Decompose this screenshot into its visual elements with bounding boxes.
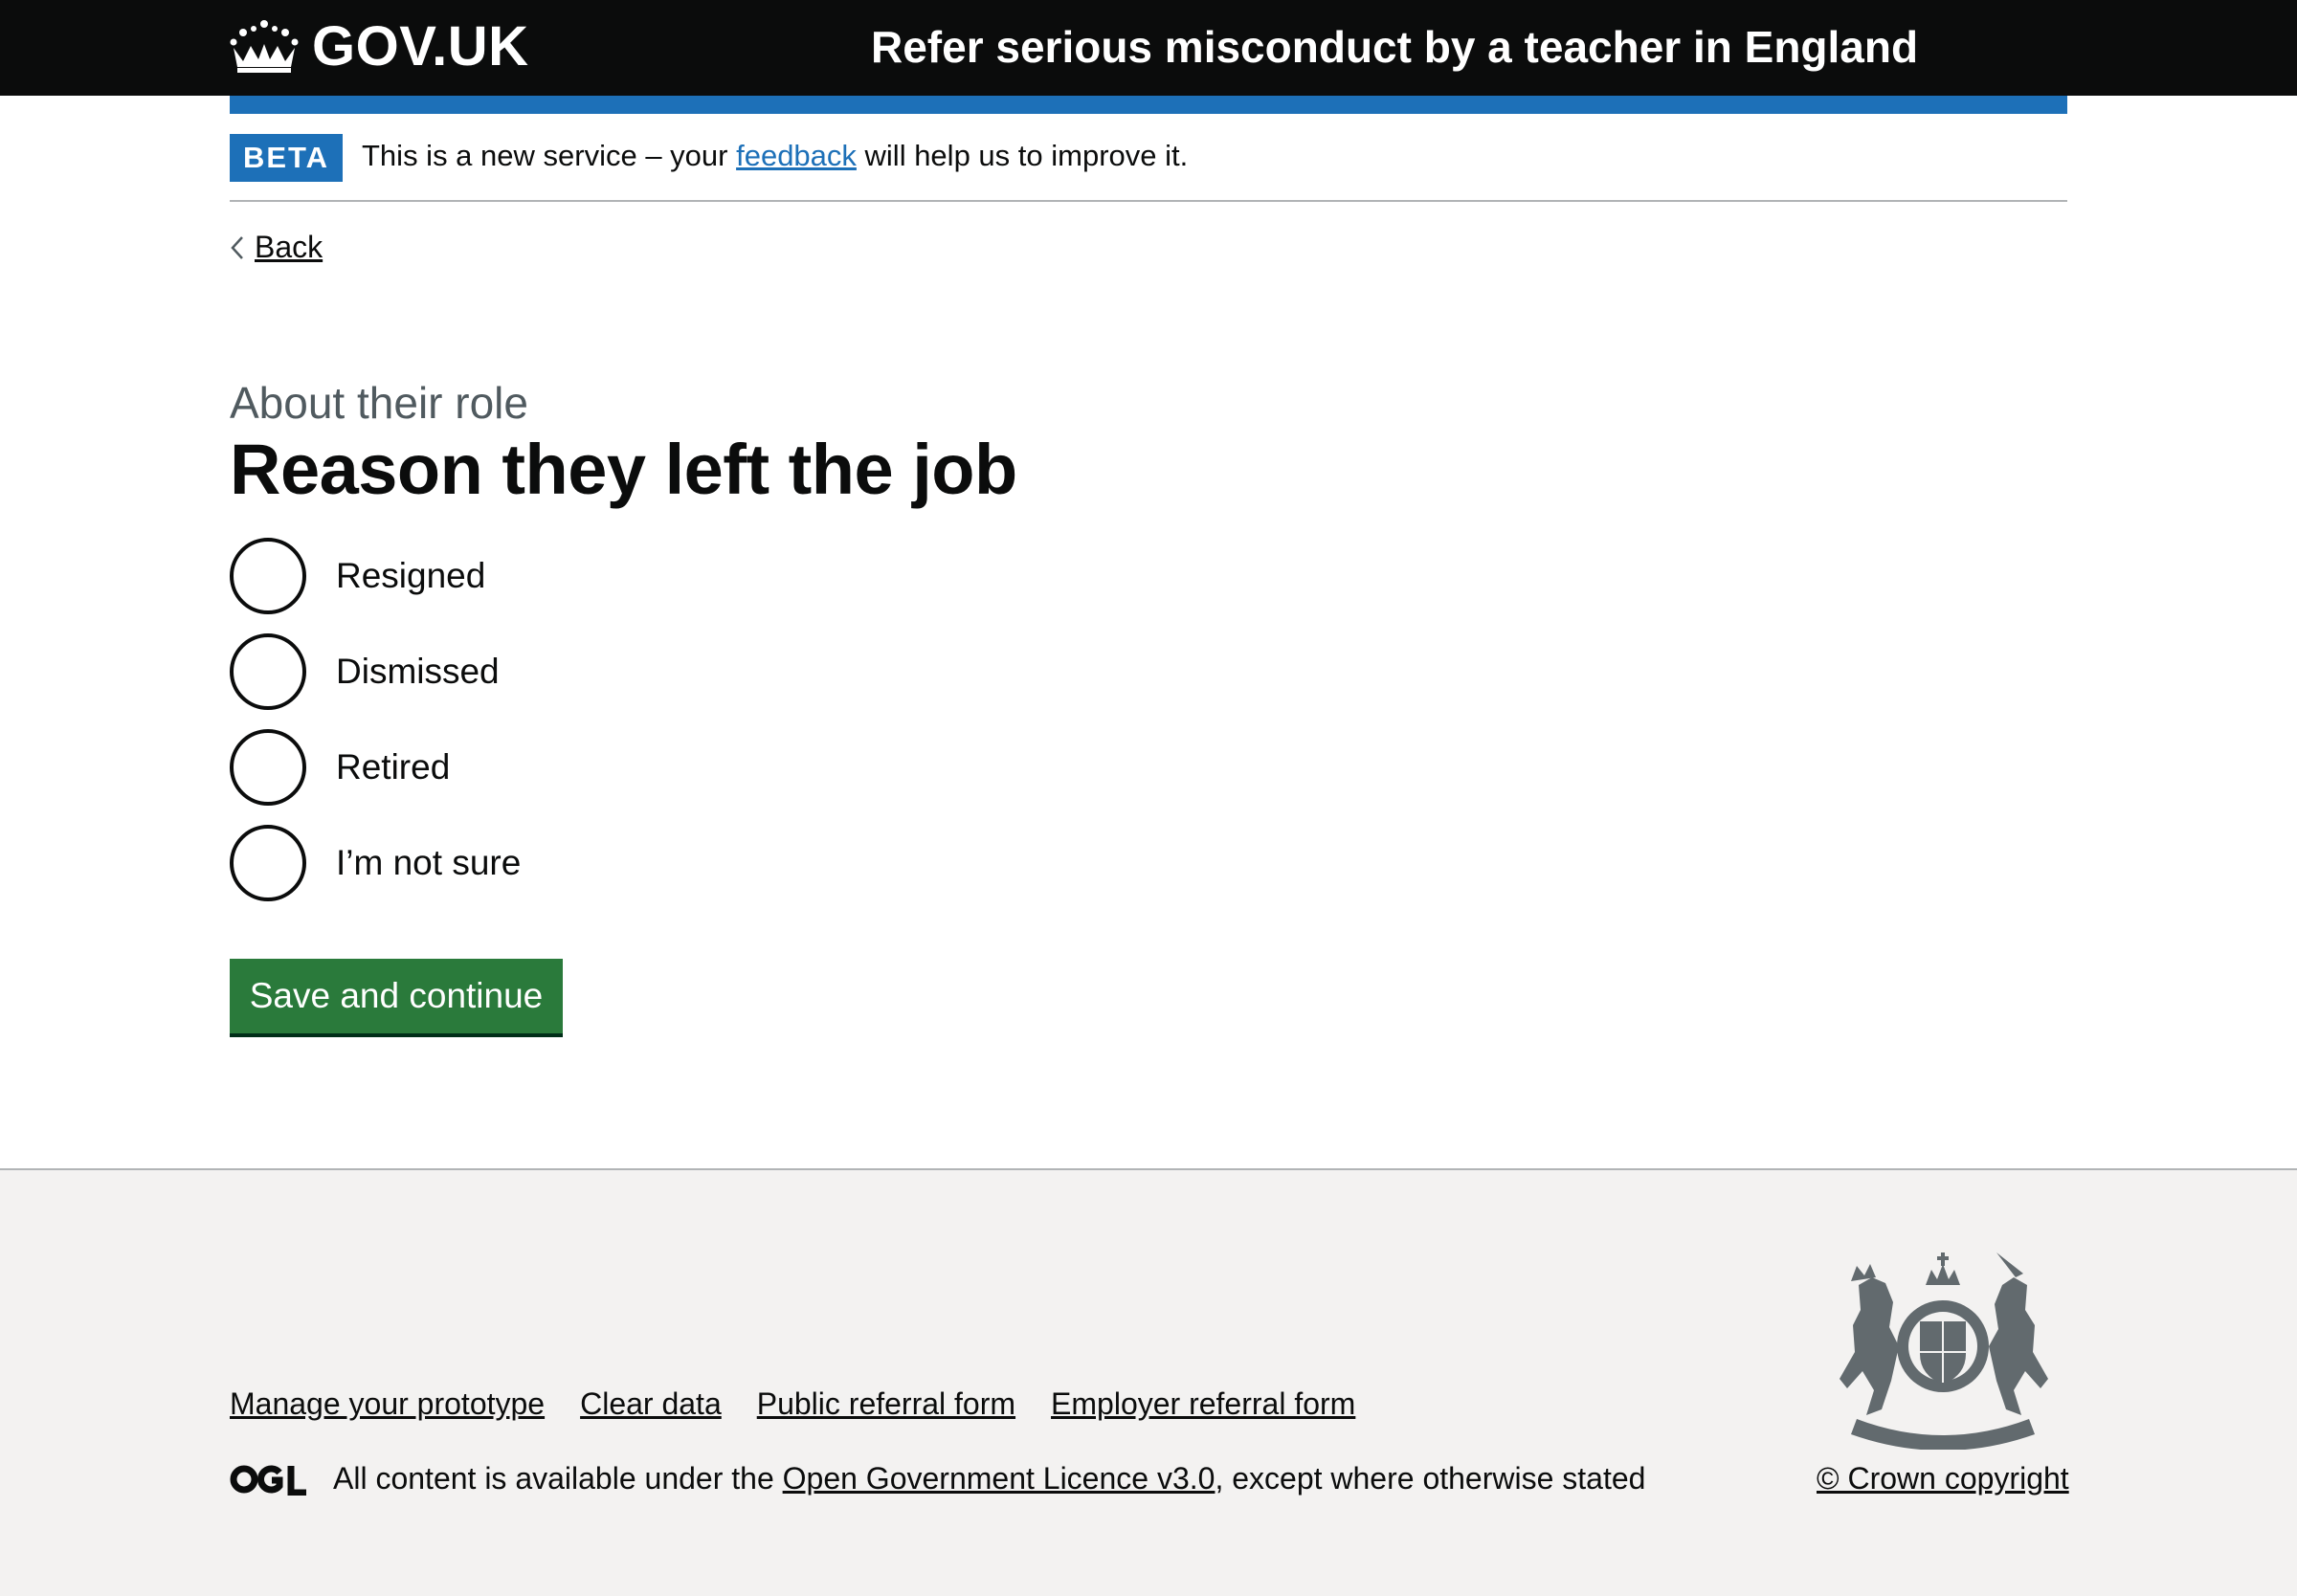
radio-label[interactable]: I’m not sure [336,843,521,883]
radio-retired[interactable]: Retired [230,729,521,806]
ogl-logo-icon [230,1465,306,1496]
service-name[interactable]: Refer serious misconduct by a teacher in… [871,21,1918,73]
crown-copyright-link[interactable]: © Crown copyright [1817,1461,2069,1496]
site-footer: Manage your prototype Clear data Public … [0,1168,2297,1596]
back-link[interactable]: Back [230,230,323,265]
site-header: GOV.UK Refer serious misconduct by a tea… [0,0,2297,96]
page-caption: About their role [230,378,528,428]
royal-coat-of-arms-icon [1840,1252,2048,1450]
radio-label[interactable]: Dismissed [336,652,500,692]
leaving-reason-radios: Resigned Dismissed Retired I’m not sure [230,538,521,920]
footer-link-clear-data[interactable]: Clear data [580,1386,722,1422]
crown-icon [230,20,299,73]
save-and-continue-button[interactable]: Save and continue [230,959,563,1033]
phase-text-after: will help us to improve it. [856,139,1189,172]
page-title: Reason they left the job [230,430,1017,509]
radio-button[interactable] [230,825,306,901]
licence-text-after: , except where otherwise stated [1215,1461,1646,1496]
footer-link-manage-prototype[interactable]: Manage your prototype [230,1386,545,1422]
radio-button[interactable] [230,633,306,710]
footer-link-employer-referral[interactable]: Employer referral form [1051,1386,1355,1422]
footer-links: Manage your prototype Clear data Public … [230,1386,1391,1422]
logo-text: GOV.UK [312,14,529,78]
footer-link-public-referral[interactable]: Public referral form [757,1386,1015,1422]
radio-button[interactable] [230,729,306,806]
radio-label[interactable]: Resigned [336,556,485,596]
radio-resigned[interactable]: Resigned [230,538,521,614]
radio-not-sure[interactable]: I’m not sure [230,825,521,901]
ogl-licence-link[interactable]: Open Government Licence v3.0 [783,1461,1215,1496]
back-link-label: Back [255,230,323,264]
radio-dismissed[interactable]: Dismissed [230,633,521,710]
phase-banner-text: This is a new service – your feedback wi… [362,139,1188,173]
radio-button[interactable] [230,538,306,614]
phase-text-before: This is a new service – your [362,139,737,172]
govuk-home-link[interactable]: GOV.UK [230,14,529,78]
licence-text: All content is available under the Open … [333,1461,1645,1496]
licence-statement: All content is available under the Open … [230,1461,1645,1496]
phase-banner: BETA This is a new service – your feedba… [230,134,2067,202]
header-blue-bar [230,96,2067,114]
licence-text-before: All content is available under the [333,1461,783,1496]
chevron-left-icon [231,235,243,259]
beta-tag: BETA [230,134,343,182]
feedback-link[interactable]: feedback [736,139,857,172]
radio-label[interactable]: Retired [336,747,450,787]
